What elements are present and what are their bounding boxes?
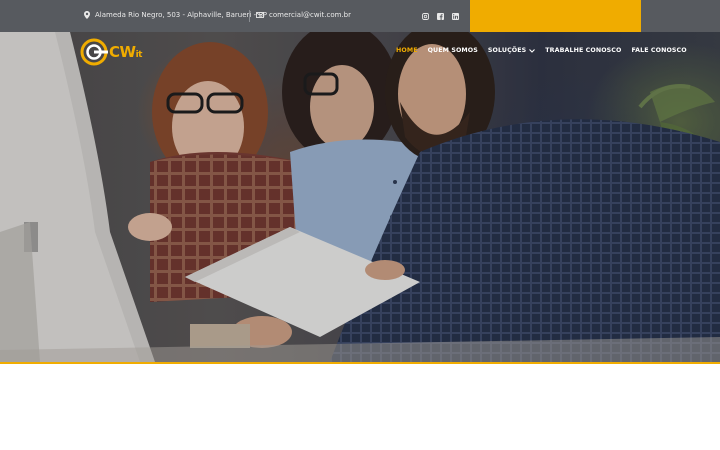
- logo-text: CWit: [109, 43, 142, 61]
- nav-item-quem-somos[interactable]: QUEM SOMOS: [428, 47, 478, 54]
- nav-item-fale-conosco[interactable]: FALE CONOSCO: [631, 47, 686, 54]
- nav-item-solucoes[interactable]: SOLUÇÕES: [487, 47, 536, 54]
- email-info[interactable]: comercial@cwit.com.br: [256, 11, 351, 19]
- topbar-accent-block: [470, 0, 641, 32]
- nav-item-label: SOLUÇÕES: [487, 47, 527, 54]
- social-links: [421, 12, 459, 20]
- map-marker-icon: [84, 11, 90, 19]
- linkedin-icon[interactable]: [451, 12, 459, 20]
- address-text: Alameda Rio Negro, 503 - Alphaville, Bar…: [95, 11, 268, 19]
- top-bar: Alameda Rio Negro, 503 - Alphaville, Bar…: [0, 0, 720, 32]
- content-area: [0, 364, 720, 450]
- logo-mark-icon: [80, 38, 108, 66]
- chevron-down-icon: [529, 48, 536, 53]
- main-nav: HOME QUEM SOMOS SOLUÇÕES TRABALHE CONOSC…: [396, 47, 687, 54]
- nav-item-home[interactable]: HOME: [396, 47, 418, 54]
- email-link[interactable]: comercial@cwit.com.br: [269, 11, 351, 19]
- envelope-icon: [256, 12, 264, 18]
- nav-item-trabalhe-conosco[interactable]: TRABALHE CONOSCO: [545, 47, 621, 54]
- address-info: Alameda Rio Negro, 503 - Alphaville, Bar…: [84, 11, 267, 19]
- hero-banner: [0, 32, 720, 362]
- topbar-divider: [249, 10, 250, 22]
- instagram-icon[interactable]: [421, 12, 429, 20]
- site-logo[interactable]: CWit: [80, 38, 142, 66]
- facebook-icon[interactable]: [436, 12, 444, 20]
- hero-overlay: [0, 32, 720, 362]
